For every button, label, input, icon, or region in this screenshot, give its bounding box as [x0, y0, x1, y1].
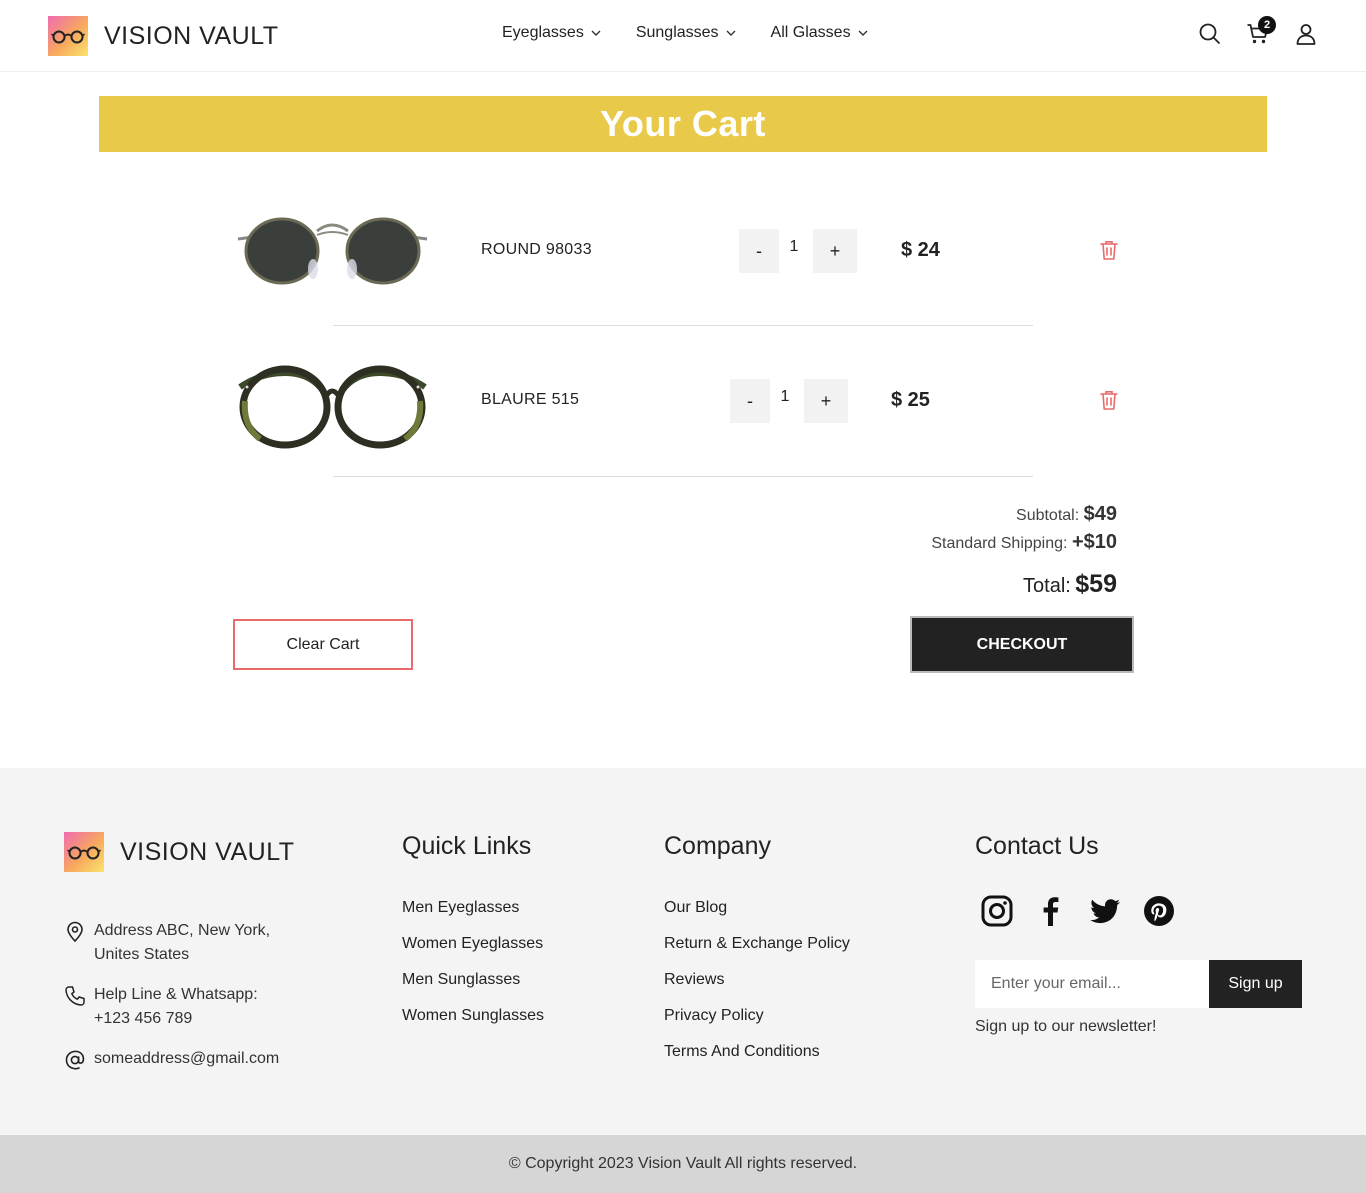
- shipping-value: +$10: [1071, 531, 1117, 553]
- cart-icon[interactable]: 2: [1246, 16, 1276, 46]
- nav-all-glasses[interactable]: All Glasses: [771, 24, 869, 42]
- subtotal-value: $49: [1083, 503, 1117, 525]
- item-price: $ 25: [891, 389, 930, 411]
- row-divider: [333, 325, 1033, 326]
- brand-logo[interactable]: VISION VAULT: [48, 16, 279, 56]
- email-address[interactable]: someaddress@gmail.com: [94, 1047, 279, 1071]
- blaure-eyeglasses-image: [238, 365, 427, 449]
- shipping-line: Standard Shipping: +$10: [931, 531, 1117, 554]
- trash-icon[interactable]: [1098, 389, 1120, 411]
- location-pin-icon: [67, 921, 83, 943]
- chevron-down-icon: [726, 30, 736, 36]
- footer-phone: Help Line & Whatsapp: +123 456 789: [64, 983, 258, 1031]
- phone-label: Help Line & Whatsapp:: [94, 986, 258, 1003]
- decrement-button[interactable]: -: [730, 379, 770, 423]
- decrement-button[interactable]: -: [739, 229, 779, 273]
- footer-link[interactable]: Women Eyeglasses: [402, 935, 544, 971]
- facebook-icon[interactable]: [1034, 894, 1068, 928]
- footer-link[interactable]: Return & Exchange Policy: [664, 935, 850, 971]
- site-header: VISION VAULT Eyeglasses Sunglasses All G…: [0, 0, 1366, 72]
- twitter-icon[interactable]: [1088, 894, 1122, 928]
- checkout-button[interactable]: CHECKOUT: [910, 616, 1134, 673]
- nav-sunglasses[interactable]: Sunglasses: [636, 24, 737, 42]
- footer-link[interactable]: Men Eyeglasses: [402, 899, 544, 935]
- chevron-down-icon: [858, 30, 868, 36]
- column-title: Company: [664, 832, 771, 860]
- trash-icon[interactable]: [1098, 239, 1120, 261]
- quantity-value: 1: [780, 388, 790, 405]
- site-footer: VISION VAULT Address ABC, New York, Unit…: [0, 768, 1366, 1135]
- product-name: ROUND 98033: [481, 241, 592, 258]
- cart-item-row: BLAURE 515 - 1 + $ 25: [230, 336, 1130, 466]
- copyright-bar: © Copyright 2023 Vision Vault All rights…: [0, 1135, 1366, 1193]
- item-price: $ 24: [901, 239, 940, 261]
- shipping-label: Standard Shipping:: [931, 535, 1068, 552]
- phone-number: +123 456 789: [94, 1010, 193, 1027]
- total-value: $59: [1075, 570, 1117, 598]
- footer-link[interactable]: Privacy Policy: [664, 1007, 850, 1043]
- newsletter-note: Sign up to our newsletter!: [975, 1018, 1157, 1035]
- increment-button[interactable]: +: [813, 229, 857, 273]
- brand-name: VISION VAULT: [120, 837, 295, 866]
- user-icon[interactable]: [1294, 22, 1318, 46]
- clear-cart-button[interactable]: Clear Cart: [233, 619, 413, 670]
- column-title: Contact Us: [975, 832, 1099, 860]
- nav-label: Sunglasses: [635, 24, 719, 41]
- cart-item-row: ROUND 98033 - 1 + $ 24: [230, 186, 1130, 316]
- quantity-stepper: - 1 +: [739, 229, 857, 273]
- main-nav: Eyeglasses Sunglasses All Glasses: [502, 24, 869, 42]
- company-column: Company Our Blog Return & Exchange Polic…: [664, 832, 850, 1079]
- footer-brand-logo[interactable]: VISION VAULT: [64, 832, 295, 872]
- instagram-icon[interactable]: [980, 894, 1014, 928]
- social-links: [980, 894, 1176, 928]
- glasses-logo-icon: [48, 16, 88, 56]
- subtotal-line: Subtotal: $49: [1016, 503, 1117, 526]
- brand-name: VISION VAULT: [104, 21, 279, 50]
- increment-button[interactable]: +: [804, 379, 848, 423]
- nav-eyeglasses[interactable]: Eyeglasses: [502, 24, 602, 42]
- footer-email: someaddress@gmail.com: [64, 1047, 279, 1071]
- copyright-text: © Copyright 2023 Vision Vault All rights…: [508, 1155, 858, 1172]
- cart-count-badge: 2: [1258, 16, 1276, 34]
- nav-label: All Glasses: [770, 24, 851, 41]
- footer-address: Address ABC, New York, Unites States: [64, 919, 270, 967]
- address-line: Unites States: [94, 946, 190, 963]
- footer-link[interactable]: Terms And Conditions: [664, 1043, 850, 1079]
- chevron-down-icon: [591, 30, 601, 36]
- page-title-banner: Your Cart: [99, 96, 1267, 152]
- footer-link[interactable]: Our Blog: [664, 899, 850, 935]
- header-actions: 2: [1198, 16, 1318, 46]
- address-line: Address ABC, New York,: [94, 922, 271, 939]
- product-name: BLAURE 515: [481, 391, 580, 408]
- phone-icon: [65, 986, 85, 1006]
- search-icon[interactable]: [1198, 22, 1222, 46]
- subtotal-label: Subtotal:: [1016, 507, 1080, 524]
- page-title: Your Cart: [600, 103, 766, 144]
- quantity-value: 1: [789, 238, 799, 255]
- footer-link[interactable]: Men Sunglasses: [402, 971, 544, 1007]
- nav-label: Eyeglasses: [502, 24, 584, 41]
- column-title: Quick Links: [402, 832, 532, 860]
- email-input[interactable]: [975, 960, 1209, 1008]
- contact-column: Contact Us: [975, 832, 1099, 899]
- newsletter-form: Sign up: [975, 960, 1302, 1008]
- signup-button[interactable]: Sign up: [1209, 960, 1302, 1008]
- footer-link[interactable]: Reviews: [664, 971, 850, 1007]
- pinterest-icon[interactable]: [1142, 894, 1176, 928]
- total-label: Total:: [1023, 575, 1071, 597]
- at-sign-icon: [65, 1050, 85, 1070]
- total-line: Total: $59: [1023, 570, 1117, 599]
- row-divider: [333, 476, 1033, 477]
- quick-links-column: Quick Links Men Eyeglasses Women Eyeglas…: [402, 832, 544, 1043]
- footer-link[interactable]: Women Sunglasses: [402, 1007, 544, 1043]
- round-sunglasses-image: [237, 217, 428, 285]
- quantity-stepper: - 1 +: [730, 379, 848, 423]
- glasses-logo-icon: [64, 832, 104, 872]
